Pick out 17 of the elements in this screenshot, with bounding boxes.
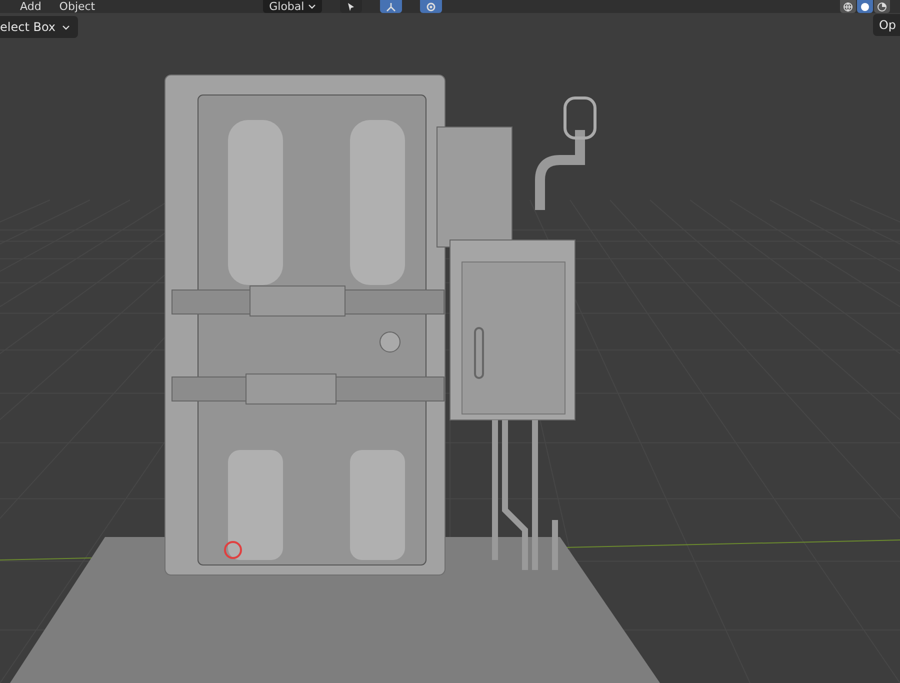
select-box-dropdown[interactable]: elect Box (0, 16, 78, 38)
wireframe-sphere-icon (843, 2, 853, 12)
wireframe-shading-button[interactable] (840, 0, 856, 13)
caret-icon (308, 4, 316, 9)
orientation-dropdown[interactable]: Global (263, 0, 322, 13)
gizmo-icon (386, 2, 396, 12)
menu-item[interactable]: Add (20, 0, 42, 13)
material-sphere-icon (877, 2, 887, 12)
menu-item[interactable]: Object (59, 0, 96, 13)
options-button[interactable]: Op (872, 14, 900, 36)
solid-shading-button[interactable] (857, 0, 873, 13)
gizmo-toggle[interactable] (380, 0, 402, 13)
solid-sphere-icon (860, 2, 870, 12)
caret-icon (62, 24, 70, 30)
material-shading-button[interactable] (874, 0, 890, 13)
overlay-icon (426, 2, 436, 12)
overlay-toggle[interactable] (420, 0, 442, 13)
